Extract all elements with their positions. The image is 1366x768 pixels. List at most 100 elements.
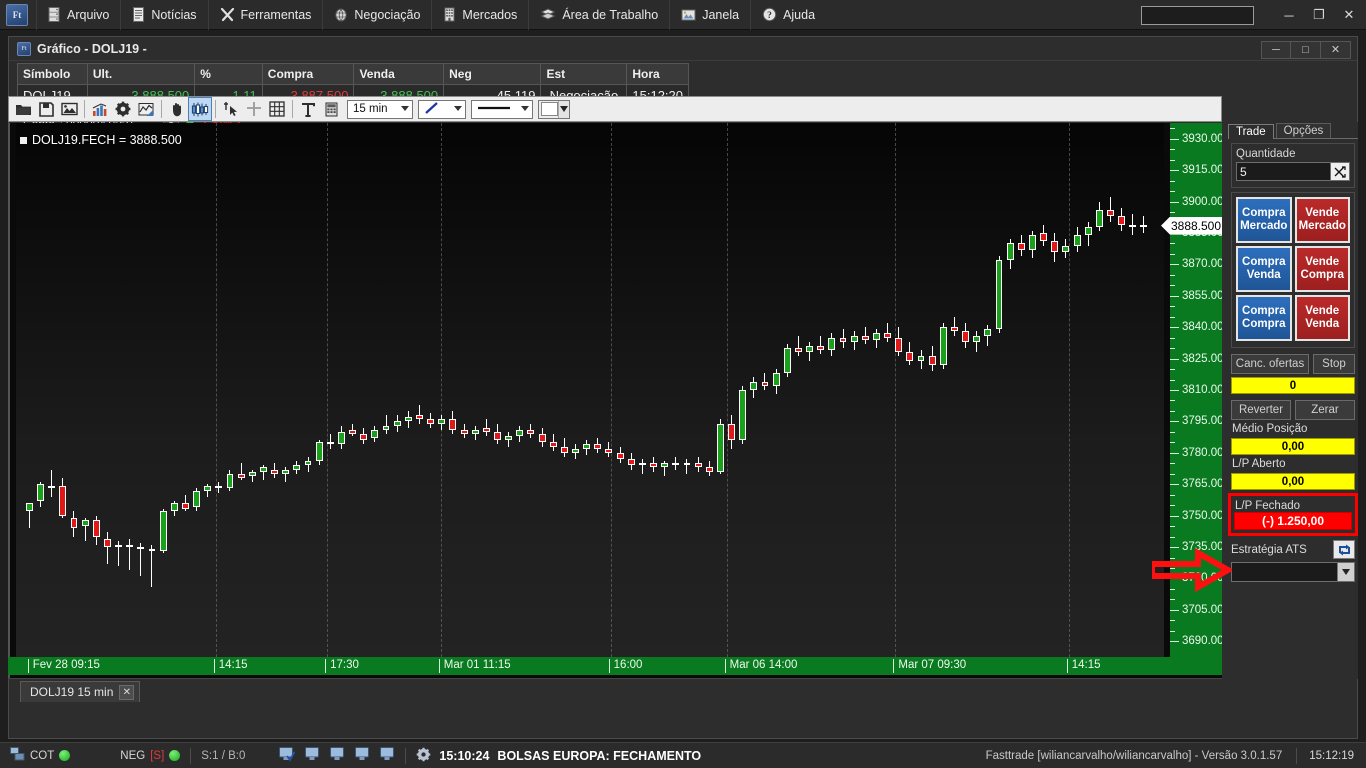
settings-gear-icon[interactable] bbox=[112, 98, 134, 120]
toolbar-separator bbox=[292, 100, 293, 118]
price-axis[interactable]: 3888.500 3930.000 3915.000 3900.000 3870.00… bbox=[1161, 123, 1222, 657]
menu-item-mercados[interactable]: Mercados bbox=[431, 0, 528, 30]
cursor-arrow-icon[interactable] bbox=[220, 98, 242, 120]
price-axis-tick bbox=[1170, 494, 1175, 496]
window-minimize-button[interactable]: ─ bbox=[1274, 0, 1304, 30]
color-select[interactable] bbox=[538, 99, 570, 119]
monitor-icon[interactable] bbox=[355, 747, 370, 764]
data-window-icon[interactable] bbox=[320, 98, 342, 120]
button-line2: Mercado bbox=[1240, 220, 1288, 232]
chevron-down-icon bbox=[521, 105, 529, 111]
zerar-button[interactable]: Zerar bbox=[1295, 400, 1355, 420]
crosshair-icon[interactable] bbox=[243, 98, 265, 120]
stop-button[interactable]: Stop bbox=[1313, 354, 1355, 374]
menu-item-arquivo[interactable]: Arquivo bbox=[36, 0, 120, 30]
reverter-button[interactable]: Reverter bbox=[1231, 400, 1291, 420]
chart-minimize-button[interactable]: ─ bbox=[1261, 40, 1291, 59]
chart-close-button[interactable]: ✕ bbox=[1321, 40, 1351, 59]
candlestick-plot[interactable]: DOLJ19.FECH = 3888.500 bbox=[16, 123, 1164, 657]
quantity-input[interactable]: 5 bbox=[1236, 162, 1331, 181]
estrategia-ats-label: Estratégia ATS bbox=[1231, 543, 1307, 556]
buy-market-button[interactable]: Compra Mercado bbox=[1236, 197, 1292, 243]
candle-body bbox=[126, 544, 134, 548]
chart-maximize-button[interactable]: □ bbox=[1291, 40, 1321, 59]
menu-item-area-de-trabalho[interactable]: Área de Trabalho bbox=[528, 0, 669, 30]
save-disk-icon[interactable] bbox=[35, 98, 57, 120]
col-compra: Compra bbox=[261, 63, 355, 85]
monitor-check-icon[interactable] bbox=[279, 746, 296, 765]
time-axis[interactable]: Fev 28 09:15 14:15 17:30 Mar 01 11:15 16:00 M… bbox=[8, 657, 1222, 675]
chart-canvas-area[interactable]: DOLJ19.FECH = 3888.500 3888.500 3930.000… bbox=[8, 123, 1222, 679]
tab-trade[interactable]: Trade bbox=[1228, 124, 1274, 139]
candle-body bbox=[560, 446, 568, 453]
hand-pan-icon[interactable] bbox=[166, 98, 188, 120]
buy-at-bid-button[interactable]: Compra Compra bbox=[1236, 295, 1292, 341]
time-axis-label: 14:15 bbox=[1066, 659, 1100, 673]
chart-tab-dolj19[interactable]: DOLJ19 15 min ✕ bbox=[20, 681, 141, 702]
menu-item-ferramentas[interactable]: Ferramentas bbox=[207, 0, 323, 30]
window-restore-button[interactable]: ❐ bbox=[1304, 0, 1334, 30]
candle-body bbox=[594, 444, 602, 449]
candle-body bbox=[1017, 243, 1025, 250]
sell-at-ask-button[interactable]: Vende Venda bbox=[1294, 295, 1350, 341]
open-folder-icon[interactable] bbox=[12, 98, 34, 120]
monitor-icon[interactable] bbox=[380, 747, 395, 764]
menu-label: Ferramentas bbox=[240, 7, 312, 22]
monitor-icon[interactable] bbox=[330, 747, 345, 764]
candlestick-icon[interactable] bbox=[188, 97, 212, 121]
line-style-select[interactable] bbox=[471, 99, 533, 119]
grid-icon[interactable] bbox=[266, 98, 288, 120]
updown-spinner-icon[interactable] bbox=[1331, 162, 1350, 181]
candlestick bbox=[906, 123, 914, 657]
indicator-icon[interactable] bbox=[135, 98, 157, 120]
price-axis-tick bbox=[1170, 264, 1179, 266]
menu-label: Notícias bbox=[151, 7, 197, 22]
price-axis-tick bbox=[1170, 431, 1175, 433]
candlestick bbox=[1029, 123, 1036, 657]
estrategia-ats-select[interactable] bbox=[1231, 562, 1355, 582]
candle-body bbox=[248, 471, 256, 476]
candlestick bbox=[115, 123, 122, 657]
candlestick bbox=[482, 123, 490, 657]
col-venda: Venda bbox=[353, 63, 445, 85]
toolbar-separator bbox=[215, 100, 216, 118]
close-icon[interactable]: ✕ bbox=[119, 684, 135, 700]
candle-body bbox=[304, 461, 312, 466]
timeframe-select[interactable]: 15 min bbox=[347, 99, 413, 119]
price-axis-tick bbox=[1170, 348, 1175, 350]
candlestick bbox=[583, 123, 591, 657]
toolbar-separator bbox=[84, 100, 85, 118]
quote-header-row: Símbolo Ult. % Compra Venda Neg Est Hora bbox=[17, 63, 689, 85]
candle-body bbox=[181, 503, 189, 510]
price-axis-tick bbox=[1170, 180, 1175, 182]
window-close-button[interactable]: ✕ bbox=[1334, 0, 1364, 30]
line-tool-select[interactable] bbox=[418, 99, 466, 119]
refresh-arrows-icon[interactable] bbox=[1333, 540, 1355, 559]
button-line1: Compra bbox=[1242, 304, 1286, 317]
candle-wick bbox=[329, 433, 331, 449]
search-input[interactable] bbox=[1141, 6, 1254, 25]
menu-label: Ajuda bbox=[783, 7, 816, 22]
buy-at-ask-button[interactable]: Compra Venda bbox=[1236, 246, 1292, 292]
bar-chart-icon[interactable] bbox=[89, 98, 111, 120]
tab-opcoes[interactable]: Opções bbox=[1275, 123, 1332, 138]
time-axis-label: 14:15 bbox=[213, 659, 248, 673]
time-axis-label: Mar 06 14:00 bbox=[724, 659, 797, 673]
menu-item-ajuda[interactable]: ? Ajuda bbox=[750, 0, 826, 30]
chart-window-titlebar[interactable]: Ft Gráfico - DOLJ19 - ─ □ ✕ bbox=[9, 37, 1357, 61]
sell-at-bid-button[interactable]: Vende Compra bbox=[1294, 246, 1350, 292]
sell-market-button[interactable]: Vende Mercado bbox=[1294, 197, 1350, 243]
col-est: Est bbox=[540, 63, 628, 85]
image-export-icon[interactable] bbox=[58, 98, 80, 120]
cancel-orders-button[interactable]: Canc. ofertas bbox=[1231, 354, 1309, 374]
menu-item-janela[interactable]: Janela bbox=[669, 0, 750, 30]
monitor-icon[interactable] bbox=[305, 747, 320, 764]
candlestick bbox=[739, 123, 747, 657]
menu-item-negociacao[interactable]: Negociação bbox=[322, 0, 431, 30]
menu-item-noticias[interactable]: Notícias bbox=[120, 0, 207, 30]
chevron-down-icon[interactable] bbox=[558, 100, 569, 118]
menu-label: Arquivo bbox=[67, 7, 110, 22]
text-tool-icon[interactable] bbox=[297, 98, 319, 120]
app-info: Fasttrade [wiliancarvalho/wiliancarvalho… bbox=[985, 749, 1283, 762]
candle-body bbox=[872, 333, 880, 340]
